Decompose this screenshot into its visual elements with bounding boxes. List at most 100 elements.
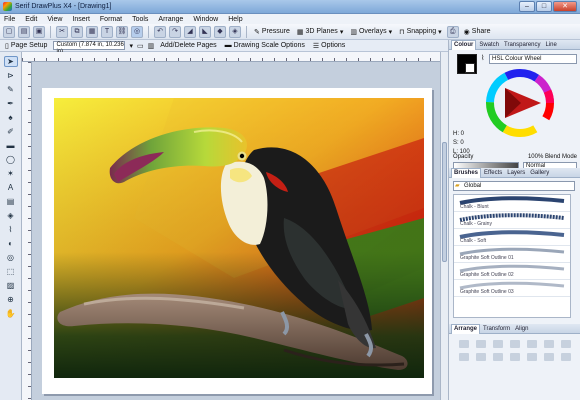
contour-tool-icon[interactable]: ◎ (4, 252, 18, 263)
tab-colour[interactable]: Colour (451, 40, 477, 50)
pen-tool-icon[interactable]: ✒ (4, 98, 18, 109)
menu-tools[interactable]: Tools (132, 16, 148, 23)
list-item[interactable]: Chalk - Grainy (454, 212, 570, 229)
ungroup-icon[interactable] (544, 340, 554, 348)
overlays-button[interactable]: ▥ Overlays ▾ (348, 28, 394, 36)
maximize-button[interactable]: □ (536, 1, 552, 12)
tab-line[interactable]: Line (544, 42, 559, 48)
star-tool-icon[interactable]: ✶ (4, 168, 18, 179)
toucan-artwork[interactable] (54, 98, 424, 378)
fill-tool-icon[interactable]: ◈ (4, 210, 18, 221)
undo-icon[interactable]: ↶ (154, 25, 166, 38)
flip-horizontal-icon[interactable] (459, 353, 469, 361)
split-icon[interactable] (544, 353, 554, 361)
rotate-right-icon[interactable] (510, 353, 520, 361)
node-tool-icon[interactable]: ⊳ (4, 70, 18, 81)
send-to-back-icon[interactable] (510, 340, 520, 348)
list-item[interactable]: Graphite Soft Outline 02 (454, 263, 570, 280)
bring-to-front-icon[interactable] (459, 340, 469, 348)
brush-category-select[interactable]: Global (453, 181, 575, 191)
menu-format[interactable]: Format (100, 16, 122, 23)
lock-icon[interactable] (561, 340, 571, 348)
tab-transparency[interactable]: Transparency (502, 42, 542, 48)
menu-help[interactable]: Help (228, 16, 242, 23)
tab-swatch[interactable]: Swatch (477, 42, 501, 48)
tab-effects[interactable]: Effects (482, 170, 504, 176)
text-format-icon[interactable]: T (101, 25, 113, 38)
paint-tool-icon[interactable]: ♠ (4, 112, 18, 123)
send-backward-icon[interactable] (493, 340, 503, 348)
share-button[interactable]: ◉ Share (462, 28, 493, 36)
minimize-button[interactable]: – (519, 1, 535, 12)
vertical-scrollbar[interactable] (440, 52, 448, 400)
flip-vertical-icon[interactable] (476, 353, 486, 361)
group-icon[interactable] (527, 340, 537, 348)
add-delete-pages-button[interactable]: Add/Delete Pages (158, 42, 218, 49)
print-icon[interactable]: ⎙ (446, 25, 459, 38)
eyedropper-icon[interactable]: ⌇ (481, 54, 484, 62)
shape-tool-icon[interactable]: ◯ (4, 154, 18, 165)
bring-forward-icon[interactable] (476, 340, 486, 348)
page-size-select[interactable]: Custom (7.874 in, 10.236 in) (53, 41, 126, 55)
envelope-tool-icon[interactable]: ⬚ (4, 266, 18, 277)
list-item[interactable]: Graphite Soft Outline 03 (454, 280, 570, 297)
zoom-tool-icon[interactable]: ⊕ (4, 294, 18, 305)
shadow-tool-icon[interactable]: ▨ (4, 280, 18, 291)
pencil-tool-icon[interactable]: ✎ (4, 84, 18, 95)
brush-tool-icon[interactable]: ✐ (4, 126, 18, 137)
new-file-icon[interactable]: ▢ (3, 25, 15, 38)
eraser-tool-icon[interactable]: ▬ (4, 140, 18, 151)
hsl-colour-wheel[interactable] (485, 68, 555, 138)
copy-icon[interactable]: ⧉ (71, 25, 83, 38)
chevron-down-icon[interactable]: ▾ (129, 42, 133, 50)
shape-tool-icon[interactable]: ◢ (184, 25, 196, 38)
3d-planes-button[interactable]: ▦ 3D Planes ▾ (295, 28, 345, 36)
transparency-tool-icon[interactable]: ◐ (4, 238, 18, 249)
menu-insert[interactable]: Insert (72, 16, 90, 23)
scrollbar-thumb[interactable] (442, 142, 447, 262)
brush-list[interactable]: Chalk - Blunt Chalk - Grainy Chalk - Sof… (453, 194, 571, 318)
pointer-tool-icon[interactable]: ➤ (3, 56, 18, 67)
menu-file[interactable]: File (4, 16, 15, 23)
snapping-button[interactable]: ⊓ Snapping ▾ (397, 28, 444, 36)
shape-tool-4-icon[interactable]: ◈ (229, 25, 241, 38)
fill-colour-chip[interactable] (465, 63, 475, 73)
canvas-workspace[interactable] (32, 62, 440, 400)
save-icon[interactable]: ▣ (33, 25, 45, 38)
paste-icon[interactable]: ▦ (86, 25, 98, 38)
landscape-icon[interactable]: ▭ (137, 42, 144, 50)
menu-arrange[interactable]: Arrange (158, 16, 183, 23)
list-item[interactable]: Graphite Soft Outline 01 (454, 246, 570, 263)
close-button[interactable]: ✕ (553, 1, 577, 12)
open-folder-icon[interactable]: ▤ (18, 25, 30, 38)
table-tool-icon[interactable]: ▤ (4, 196, 18, 207)
pages-icon[interactable]: ▥ (148, 42, 155, 50)
text-tool-icon[interactable]: A (4, 182, 18, 193)
rotate-left-icon[interactable] (493, 353, 503, 361)
tab-layers[interactable]: Layers (505, 170, 527, 176)
page-setup-button[interactable]: ▯ Page Setup (3, 42, 49, 50)
shape-tool-3-icon[interactable]: ◆ (214, 25, 226, 38)
tab-transform[interactable]: Transform (481, 326, 512, 332)
drawing-page[interactable] (42, 88, 432, 394)
list-item[interactable]: Chalk - Blunt (454, 195, 570, 212)
menu-edit[interactable]: Edit (25, 16, 37, 23)
pressure-button[interactable]: ✎ Pressure (252, 28, 292, 36)
join-icon[interactable] (561, 353, 571, 361)
hand-tool-icon[interactable]: ✋ (4, 308, 18, 319)
eyedropper-tool-icon[interactable]: ⌇ (4, 224, 18, 235)
colour-mode-select[interactable]: HSL Colour Wheel (489, 54, 577, 64)
tab-align[interactable]: Align (513, 326, 530, 332)
tab-arrange[interactable]: Arrange (451, 324, 481, 334)
menu-window[interactable]: Window (193, 16, 218, 23)
menu-view[interactable]: View (47, 16, 62, 23)
drawing-scale-button[interactable]: ▬ Drawing Scale Options (223, 42, 307, 49)
tab-brushes[interactable]: Brushes (451, 168, 482, 178)
combine-icon[interactable] (527, 353, 537, 361)
list-item[interactable]: Chalk - Soft (454, 229, 570, 246)
connector-icon[interactable]: ◎ (131, 25, 143, 38)
tab-gallery[interactable]: Gallery (528, 170, 551, 176)
link-icon[interactable]: ⛓ (116, 25, 128, 38)
cut-icon[interactable]: ✂ (56, 25, 68, 38)
options-button[interactable]: ☰ Options (311, 42, 347, 50)
